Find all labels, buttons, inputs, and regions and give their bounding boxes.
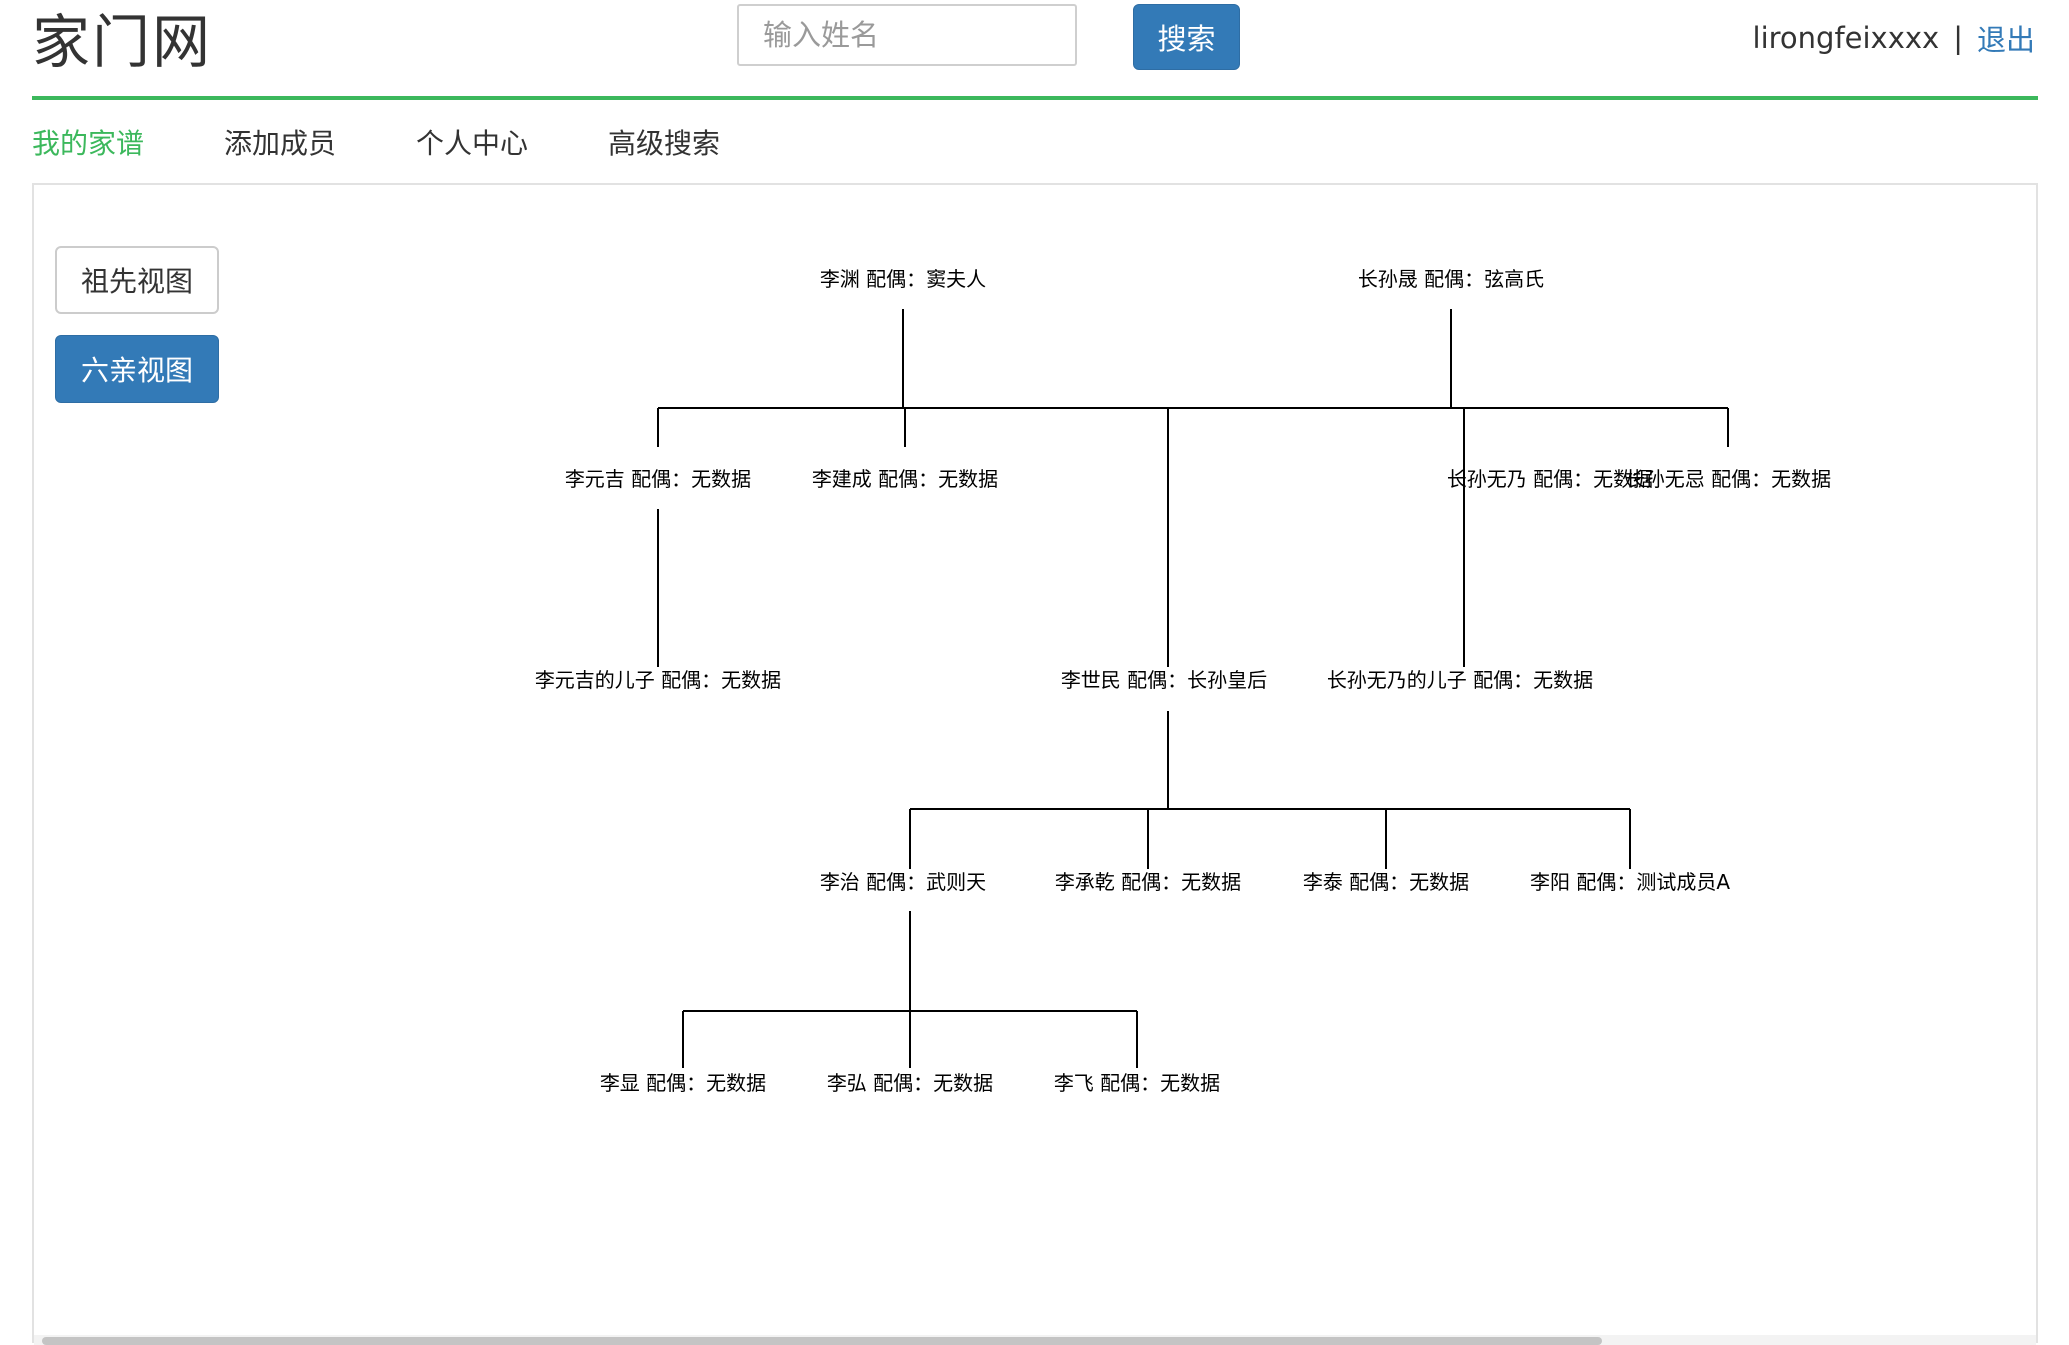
tree-node-zhangsunwunai_son[interactable]: 长孙无乃的儿子 配偶：无数据 (1327, 668, 1593, 692)
tree-node-liyang[interactable]: 李阳 配偶：测试成员A (1530, 870, 1730, 894)
tree-node-lifei[interactable]: 李飞 配偶：无数据 (1054, 1071, 1220, 1095)
tree-node-liyuanji_son[interactable]: 李元吉的儿子 配偶：无数据 (535, 668, 781, 692)
tree-node-lijiancheng[interactable]: 李建成 配偶：无数据 (812, 467, 998, 491)
site-logo[interactable]: 家门网 (32, 4, 212, 80)
nav-advanced-search[interactable]: 高级搜索 (608, 122, 720, 162)
logout-link[interactable]: 退出 (1977, 17, 2035, 59)
header-divider (32, 96, 2038, 100)
nav-personal-center[interactable]: 个人中心 (416, 122, 528, 162)
tree-node-zhangsunwuji[interactable]: 长孙无忌 配偶：无数据 (1625, 467, 1831, 491)
tree-node-liyuan[interactable]: 李渊 配偶：窦夫人 (820, 267, 986, 291)
separator: | (1953, 21, 1963, 55)
tree-node-lishimin[interactable]: 李世民 配偶：长孙皇后 (1061, 668, 1267, 692)
tree-node-lizhi[interactable]: 李治 配偶：武则天 (820, 870, 986, 894)
username: lirongfeixxxx (1752, 21, 1940, 55)
tree-node-zhangsunwunai[interactable]: 长孙无乃 配偶：无数据 (1447, 467, 1653, 491)
tree-node-lixian[interactable]: 李显 配偶：无数据 (600, 1071, 766, 1095)
tree-node-zhangsunsheng[interactable]: 长孙晟 配偶：弦高氏 (1358, 267, 1544, 291)
tree-node-lihong[interactable]: 李弘 配偶：无数据 (827, 1071, 993, 1095)
user-bar: lirongfeixxxx | 退出 (1753, 10, 2035, 66)
horizontal-scrollbar-track[interactable] (34, 1335, 2036, 1345)
horizontal-scrollbar-thumb[interactable] (42, 1337, 1602, 1345)
main-nav: 我的家谱 添加成员 个人中心 高级搜索 (32, 116, 800, 168)
nav-my-family-tree[interactable]: 我的家谱 (32, 122, 144, 162)
search-button[interactable]: 搜索 (1133, 4, 1240, 70)
tree-node-liyuanji[interactable]: 李元吉 配偶：无数据 (565, 467, 751, 491)
search-input[interactable] (737, 4, 1077, 66)
tree-node-litai[interactable]: 李泰 配偶：无数据 (1303, 870, 1469, 894)
family-tree-panel: 祖先视图 六亲视图 李渊 配偶：窦夫人 长孙晟 配偶：弦高氏 李元吉 配偶：无数据李… (32, 183, 2038, 1345)
family-tree-diagram: 李渊 配偶：窦夫人 长孙晟 配偶：弦高氏李元吉 配偶：无数据 李建成 配偶：无数据长… (535, 267, 1831, 1095)
tree-node-lichengqian[interactable]: 李承乾 配偶：无数据 (1055, 870, 1241, 894)
nav-add-member[interactable]: 添加成员 (224, 122, 336, 162)
